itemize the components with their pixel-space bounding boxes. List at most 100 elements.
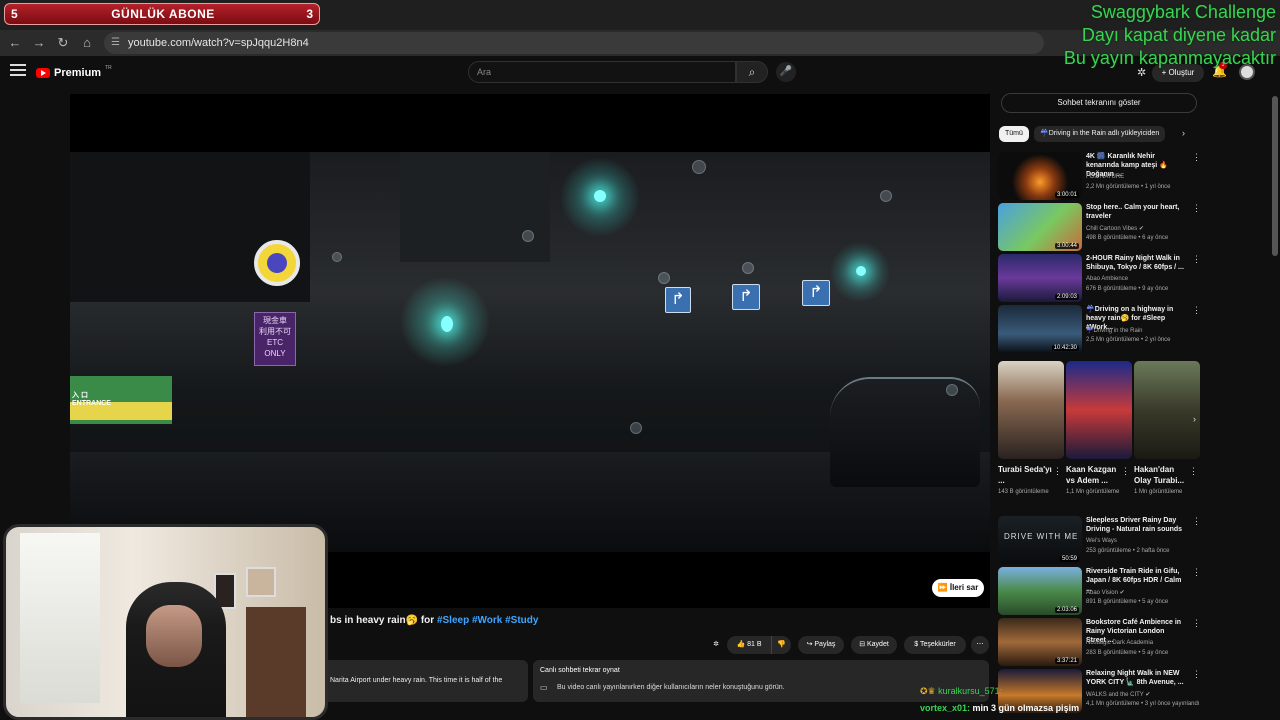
- short-views: 1 Mn görüntüleme: [1134, 489, 1183, 495]
- rec-title[interactable]: Stop here.. Calm your heart, traveler: [1086, 203, 1186, 221]
- chip-uploader[interactable]: ☔Driving in the Rain adlı yükleyiciden: [1034, 126, 1166, 142]
- more-options-icon[interactable]: ⋮: [1192, 516, 1201, 527]
- more-options-icon[interactable]: ⋮: [1192, 203, 1201, 214]
- video-frame: 現金車 利用不可 ETC ONLY 入 口 ENTRANCE: [70, 152, 990, 552]
- video-thumbnail[interactable]: 3:00:44: [998, 203, 1082, 251]
- scrollbar[interactable]: [1272, 96, 1278, 256]
- thanks-button[interactable]: $ Teşekkürler: [904, 636, 966, 654]
- short-thumbnail[interactable]: [998, 361, 1064, 459]
- challenge-line-1: Swaggybark Challenge: [1090, 2, 1276, 22]
- more-options-icon[interactable]: ⋮: [1053, 466, 1062, 477]
- video-title-tags[interactable]: #Sleep #Work #Study: [437, 615, 539, 626]
- rec-title[interactable]: 2-HOUR Rainy Night Walk in Shibuya, Toky…: [1086, 254, 1186, 272]
- rec-channel[interactable]: FOX NATURE: [1086, 174, 1124, 180]
- more-actions-icon[interactable]: ⋯: [971, 636, 989, 654]
- rec-channel[interactable]: Wei's Ways: [1086, 538, 1117, 544]
- video-thumbnail[interactable]: 3:00:01: [998, 152, 1082, 200]
- studio-icon[interactable]: ✲: [706, 636, 726, 654]
- more-options-icon[interactable]: ⋮: [1121, 466, 1130, 477]
- video-thumbnail[interactable]: 2:03:06: [998, 567, 1082, 615]
- video-duration: 3:00:01: [1054, 192, 1079, 198]
- reload-icon[interactable]: ↻: [54, 34, 72, 52]
- rec-channel[interactable]: ☔Driving in the Rain: [1086, 327, 1143, 334]
- rec-title[interactable]: Relaxing Night Walk in NEW YORK CITY 🗽 8…: [1086, 669, 1186, 687]
- video-duration: 2:09:03: [1054, 294, 1079, 300]
- short-title[interactable]: Kaan Kazgan vs Adem ...: [1066, 464, 1124, 486]
- video-thumbnail[interactable]: DRIVE WITH ME 50:59: [998, 516, 1082, 564]
- webcam-overlay: [3, 524, 328, 720]
- recommendation-item[interactable]: 3:00:01 4K 🎆 Karanlık Nehir kenarında ka…: [998, 152, 1201, 200]
- description-box[interactable]: Narita Airport under heavy rain. This ti…: [324, 660, 528, 702]
- site-settings-icon[interactable]: ☰: [111, 32, 120, 54]
- hamburger-menu-icon[interactable]: [10, 64, 26, 78]
- more-options-icon[interactable]: ⋮: [1192, 669, 1201, 680]
- rec-channel[interactable]: Abao Vision ✔: [1086, 589, 1125, 596]
- road-sign: [802, 280, 830, 306]
- recommendation-item[interactable]: 10:42:30 ☔Driving on a highway in heavy …: [998, 305, 1201, 353]
- road-sign: [665, 287, 691, 313]
- video-thumbnail[interactable]: 2:09:03: [998, 254, 1082, 302]
- rec-title[interactable]: Sleepless Driver Rainy Day Driving - Nat…: [1086, 516, 1186, 534]
- home-icon[interactable]: ⌂: [78, 34, 96, 52]
- rec-channel[interactable]: Nostalgic Dark Academia: [1086, 640, 1153, 646]
- chevron-right-icon[interactable]: ›: [1182, 128, 1185, 138]
- rec-channel[interactable]: Chill Cartoon Vibes ✔: [1086, 225, 1144, 232]
- microphone-icon[interactable]: 🎤: [776, 62, 796, 82]
- search-input[interactable]: Ara: [468, 61, 736, 83]
- url-field[interactable]: ☰ youtube.com/watch?v=spJqqu2H8n4: [104, 32, 1044, 54]
- raindrop: [742, 262, 754, 274]
- show-chat-button[interactable]: Sohbet tekranını göster: [1001, 93, 1197, 113]
- daily-subscriber-counter: GÜNLÜK ABONE 5 3: [4, 3, 320, 25]
- rec-meta: 2,5 Mn görüntüleme • 2 yıl önce: [1086, 337, 1171, 343]
- recommendation-item[interactable]: DRIVE WITH ME 50:59 Sleepless Driver Rain…: [998, 516, 1201, 564]
- rec-channel[interactable]: Abao Ambience: [1086, 276, 1128, 282]
- rec-channel[interactable]: WALKS and the CITY ✔: [1086, 691, 1150, 698]
- chat-badge-icon: ✪♛: [920, 686, 939, 696]
- traffic-light: [594, 190, 606, 202]
- webcam-bookshelf: [246, 607, 306, 717]
- chat-replay-subtitle: Bu video canlı yayınlanırken diğer kulla…: [557, 684, 785, 691]
- video-thumbnail[interactable]: 3:37:21: [998, 618, 1082, 666]
- challenge-line-3: Bu yayın kapanmayacaktır: [1063, 48, 1276, 68]
- arrow-left-icon[interactable]: ←: [6, 34, 24, 52]
- raindrop: [946, 384, 958, 396]
- round-sign: [254, 240, 300, 286]
- video-duration: 3:00:44: [1054, 243, 1079, 249]
- recommendation-item[interactable]: 3:00:44 Stop here.. Calm your heart, tra…: [998, 203, 1201, 251]
- recommendation-item[interactable]: 3:37:21 Bookstore Café Ambience in Rainy…: [998, 618, 1201, 666]
- dislike-button[interactable]: 👎: [771, 636, 791, 654]
- more-options-icon[interactable]: ⋮: [1192, 567, 1201, 578]
- short-thumbnail[interactable]: [1066, 361, 1132, 459]
- webcam-window: [20, 533, 100, 703]
- rec-meta: 498 B görüntüleme • 6 ay önce: [1086, 235, 1169, 241]
- youtube-premium-logo[interactable]: Premium TR: [36, 65, 112, 80]
- chip-all[interactable]: Tümü: [999, 126, 1029, 142]
- chevron-right-icon[interactable]: ›: [1193, 414, 1196, 424]
- short-views: 143 B görüntüleme: [998, 489, 1049, 495]
- arrow-right-icon[interactable]: →: [30, 34, 48, 52]
- share-button[interactable]: ↪ Paylaş: [798, 636, 844, 654]
- search-icon[interactable]: ⌕: [736, 61, 768, 83]
- share-label: Paylaş: [814, 641, 836, 648]
- more-options-icon[interactable]: ⋮: [1192, 254, 1201, 265]
- more-options-icon[interactable]: ⋮: [1189, 466, 1198, 477]
- rec-meta: 891 B görüntüleme • 5 ay önce: [1086, 599, 1169, 605]
- more-options-icon[interactable]: ⋮: [1192, 152, 1201, 163]
- traffic-light: [856, 266, 866, 276]
- skip-forward-button[interactable]: ⏩ İleri sar: [932, 579, 984, 597]
- recommendation-item[interactable]: 2:03:06 Riverside Train Ride in Gifu, Ja…: [998, 567, 1201, 615]
- sub-counter-right-value: 3: [306, 7, 313, 21]
- url-text: youtube.com/watch?v=spJqqu2H8n4: [128, 37, 309, 49]
- youtube-play-icon: [36, 68, 50, 78]
- recommendation-item[interactable]: 2:09:03 2-HOUR Rainy Night Walk in Shibu…: [998, 254, 1201, 302]
- video-thumbnail[interactable]: 10:42:30: [998, 305, 1082, 353]
- raindrop: [630, 422, 642, 434]
- webcam-wall-frame: [246, 567, 276, 597]
- more-options-icon[interactable]: ⋮: [1192, 618, 1201, 629]
- short-title[interactable]: Turabi Seda'yı ...: [998, 464, 1056, 486]
- short-thumbnail[interactable]: [1134, 361, 1200, 459]
- more-options-icon[interactable]: ⋮: [1192, 305, 1201, 316]
- like-button[interactable]: 👍 81 B: [727, 636, 771, 654]
- save-button[interactable]: ⊟ Kaydet: [851, 636, 897, 654]
- short-title[interactable]: Hakan'dan Olay Turabi...: [1134, 464, 1192, 486]
